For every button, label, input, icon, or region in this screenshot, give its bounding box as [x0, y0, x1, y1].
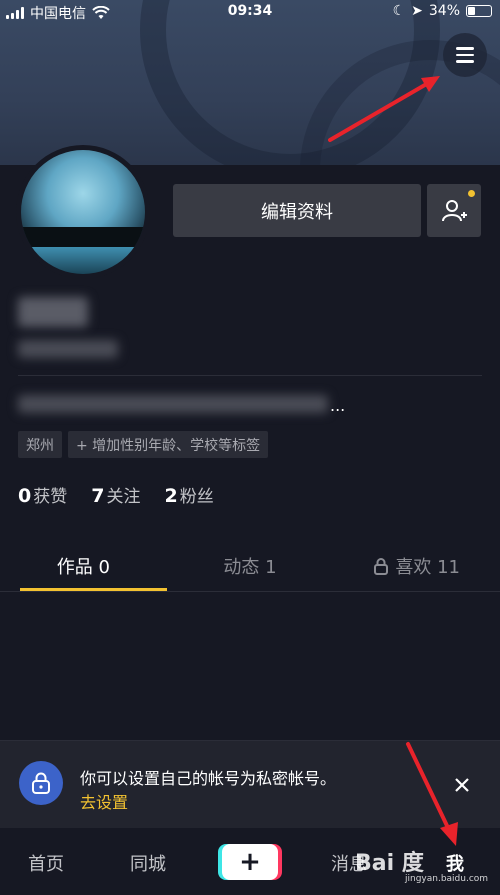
content-tabs: 作品 0 动态 1 喜欢 11	[0, 540, 500, 592]
notification-dot	[468, 190, 475, 197]
profile-stats: 0 获赞 7 关注 2 粉丝	[18, 482, 214, 507]
watermark-url: jingyan.baidu.com	[405, 874, 489, 884]
battery-icon	[466, 5, 492, 17]
location-icon: ➤	[411, 3, 423, 19]
divider	[18, 375, 482, 376]
create-button[interactable]: +	[222, 844, 278, 880]
bio-ellipsis: ...	[330, 396, 346, 415]
add-tag-button[interactable]: + 增加性别年龄、学校等标签	[68, 431, 269, 458]
annotation-arrow-top	[328, 76, 440, 142]
go-settings-link[interactable]: 去设置	[80, 789, 128, 813]
blurred-username	[18, 297, 88, 327]
likes-stat[interactable]: 0 获赞	[18, 482, 67, 507]
menu-button[interactable]	[443, 33, 487, 77]
following-stat[interactable]: 7 关注	[91, 482, 140, 507]
followers-stat[interactable]: 2 粉丝	[164, 482, 213, 507]
tab-works[interactable]: 作品 0	[0, 540, 167, 591]
tab-activity[interactable]: 动态 1	[167, 540, 334, 591]
profile-tags: 郑州 + 增加性别年龄、学校等标签	[18, 431, 269, 458]
hamburger-icon	[456, 47, 474, 50]
battery-percent: 34%	[428, 3, 460, 19]
nav-home[interactable]: 首页	[28, 850, 64, 876]
status-bar: 中国电信 09:34 ☾ ➤ 34%	[0, 0, 500, 24]
lock-icon	[374, 557, 389, 575]
banner-message: 你可以设置自己的帐号为私密帐号。	[80, 769, 337, 788]
nav-nearby[interactable]: 同城	[130, 850, 166, 876]
private-lock-icon	[19, 761, 63, 805]
watermark: Bai 度	[355, 851, 424, 876]
edit-profile-button[interactable]: 编辑资料	[173, 184, 421, 237]
add-user-icon	[442, 199, 467, 221]
nav-me[interactable]: 我	[446, 850, 464, 876]
avatar[interactable]	[16, 145, 150, 279]
add-friend-button[interactable]	[427, 184, 481, 237]
annotation-arrow-bottom	[406, 742, 458, 846]
tab-likes[interactable]: 喜欢 11	[333, 540, 500, 591]
location-tag[interactable]: 郑州	[18, 431, 62, 458]
blurred-bio	[18, 395, 328, 413]
moon-icon: ☾	[392, 3, 406, 19]
blurred-user-id	[18, 340, 118, 358]
